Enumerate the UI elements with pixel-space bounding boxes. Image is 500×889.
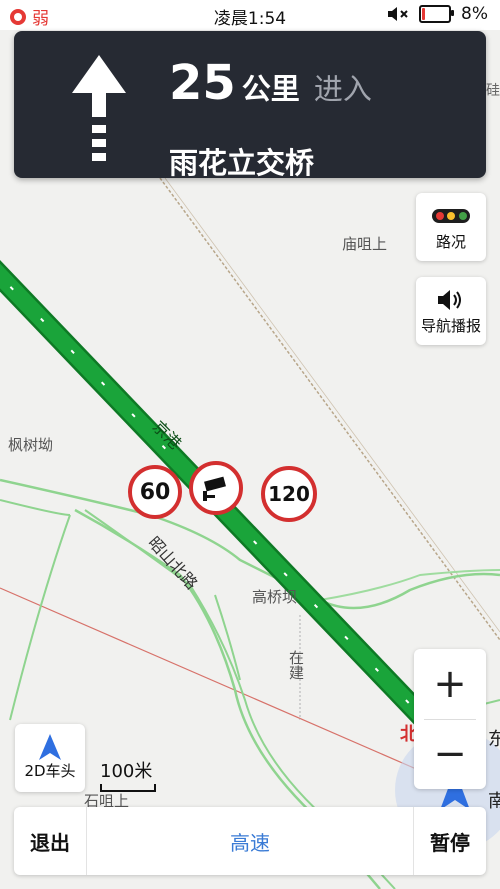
next-road-name: 雨花立交桥 (169, 146, 315, 180)
map-label-fengshuwa: 枫树坳 (8, 436, 54, 454)
exit-button[interactable]: 退出 (14, 807, 86, 875)
zoom-out-button[interactable]: − (414, 719, 486, 789)
local-road-2 (0, 499, 71, 516)
heading-mode-label: 2D车头 (24, 762, 76, 780)
map-label-jie: 硅 (486, 83, 500, 99)
zoom-control: + − (414, 649, 486, 789)
zoom-in-button[interactable]: + (414, 649, 486, 719)
pause-button[interactable]: 暂停 (414, 807, 486, 875)
scale-bar (100, 784, 156, 792)
distance-unit: 公里 (241, 72, 300, 106)
local-road-3 (9, 514, 71, 721)
status-bar: 弱 凌晨1:54 8% (0, 0, 500, 30)
traffic-button[interactable]: 路况 (416, 193, 486, 261)
battery-icon (419, 5, 455, 23)
battery-percent: 8% (461, 4, 488, 24)
voice-broadcast-label: 导航播报 (420, 317, 481, 335)
map-scale: 100米 (100, 757, 156, 792)
distance-value: 25 (169, 55, 236, 111)
mute-icon (388, 7, 408, 21)
traffic-light-icon (432, 209, 470, 223)
map-label-zaijian: 在建 (287, 650, 305, 680)
map-label-gaoqiaoba: 高桥坝 (252, 588, 298, 606)
traffic-label: 路况 (435, 233, 466, 251)
speed-camera-sign (189, 461, 243, 515)
straight-arrow-icon (72, 55, 126, 161)
speaker-icon (438, 290, 461, 310)
heading-mode-button[interactable]: 2D车头 (15, 724, 85, 792)
scale-label: 100米 (100, 761, 153, 782)
compass-arrow-icon (39, 734, 61, 760)
map-label-nan: 南 (488, 791, 500, 812)
voice-broadcast-button[interactable]: 导航播报 (416, 277, 486, 345)
map-label-dong: 东 (488, 729, 500, 750)
maneuver-action: 进入 (313, 72, 372, 106)
map-label-miaozuishang: 庙咀上 (342, 235, 388, 253)
bottom-control-bar: 退出 高速 暂停 (14, 807, 486, 875)
navigation-instruction-card: 25 公里 进入 雨花立交桥 (14, 31, 486, 178)
speed-limit-sign-60: 60 (128, 465, 182, 519)
camera-icon (203, 476, 226, 501)
route-mode-button[interactable]: 高速 (86, 807, 414, 875)
speed-limit-sign-120: 120 (261, 466, 317, 522)
